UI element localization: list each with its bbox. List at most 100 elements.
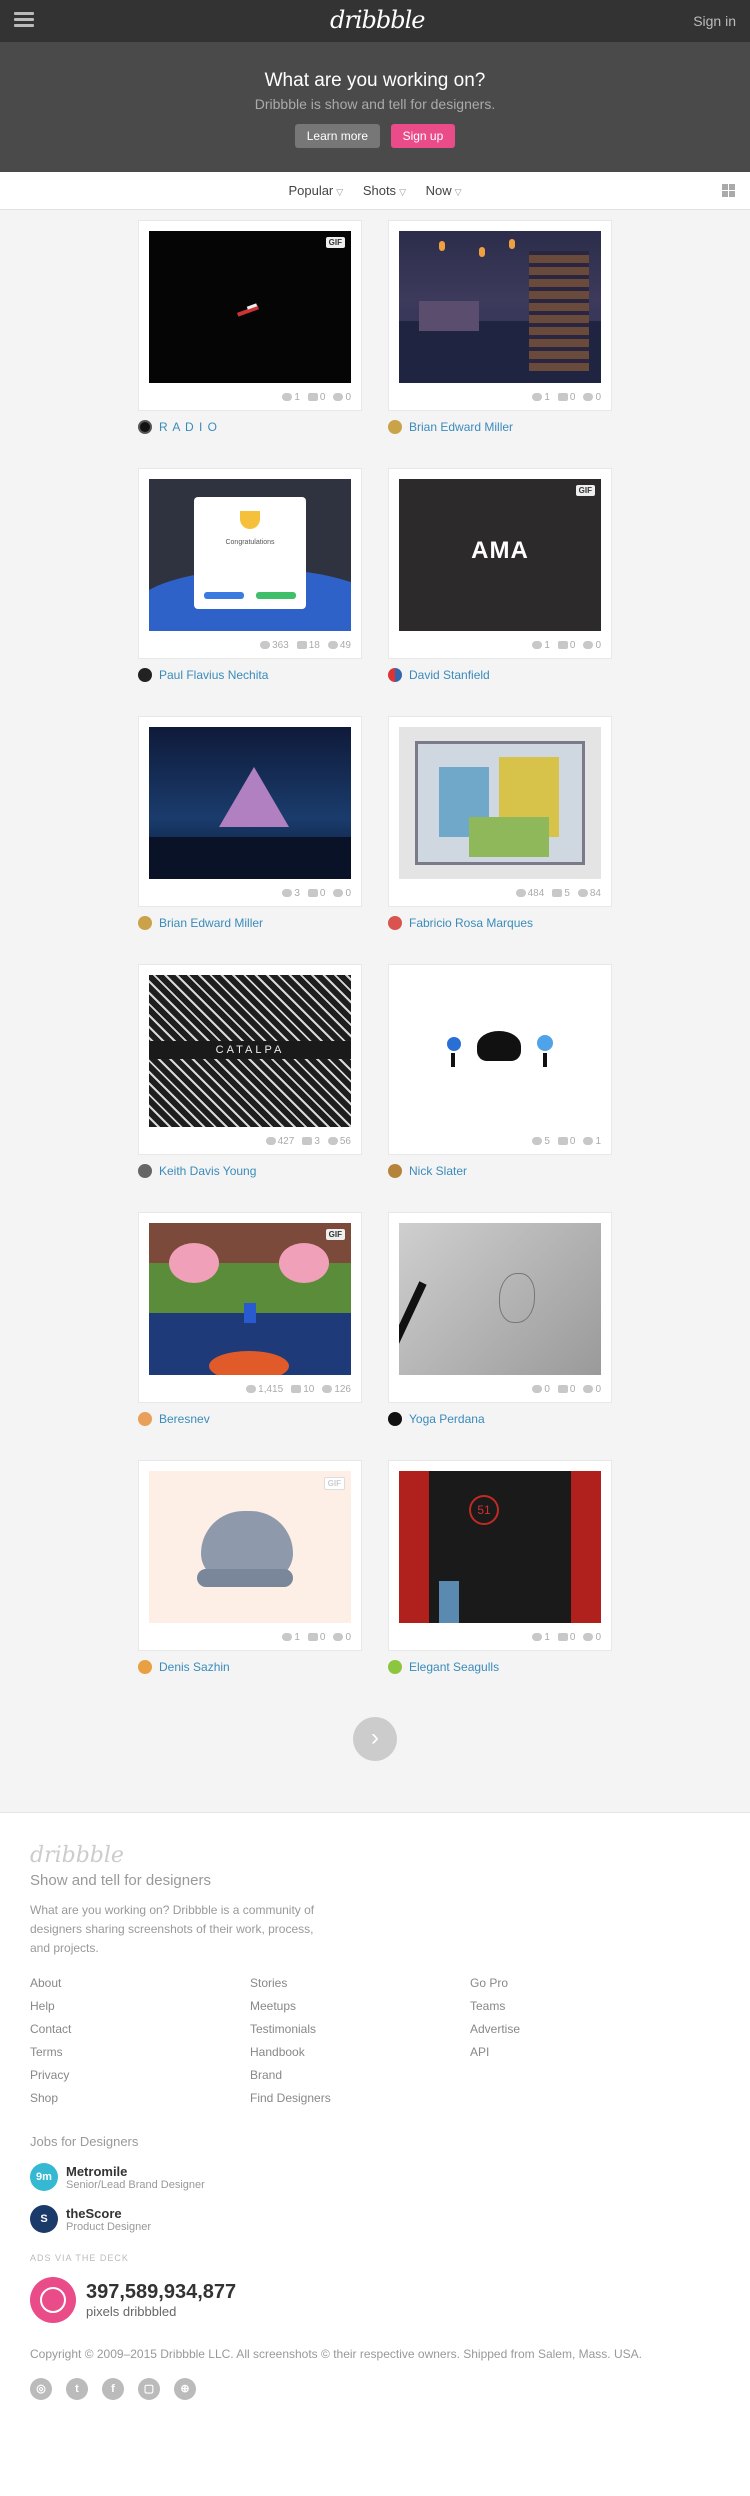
comments-count: 0 <box>307 888 325 899</box>
dribbble-logo[interactable]: dribbble <box>330 6 425 34</box>
footer-logo[interactable]: dribbble <box>30 1843 720 1868</box>
ads-via-the-deck[interactable]: ADS VIA THE DECK <box>30 2253 720 2263</box>
avatar <box>388 916 402 930</box>
likes-count: 84 <box>577 888 601 899</box>
shot-thumbnail[interactable]: GIF <box>149 231 351 383</box>
footer-link[interactable]: Brand <box>250 2068 470 2091</box>
footer-link[interactable]: Privacy <box>30 2068 250 2091</box>
footer-link[interactable]: Help <box>30 1999 250 2022</box>
shot-author[interactable]: Nick Slater <box>388 1163 612 1179</box>
instagram-icon[interactable]: ▢ <box>138 2378 160 2400</box>
learn-more-button[interactable]: Learn more <box>294 124 381 148</box>
comments-count: 3 <box>302 1136 320 1147</box>
comments-count: 0 <box>557 1136 575 1147</box>
footer-link[interactable]: Go Pro <box>470 1976 690 1999</box>
filter-popular-dropdown[interactable]: Popular ▽ <box>288 183 343 198</box>
hero-banner: What are you working on? Dribbble is sho… <box>0 42 750 172</box>
footer-link[interactable]: API <box>470 2045 690 2068</box>
shot-thumbnail[interactable] <box>149 727 351 879</box>
sign-up-button[interactable]: Sign up <box>390 124 456 148</box>
shot-author[interactable]: Paul Flavius Nechita <box>138 667 362 683</box>
social-links: ◎ t f ▢ ⊕ <box>30 2378 720 2400</box>
shot-item[interactable]: Congratulations 363 18 49 Paul Flavius Nec… <box>138 468 362 683</box>
chevron-down-icon: ▽ <box>336 187 344 197</box>
avatar <box>138 420 152 434</box>
shot-item[interactable]: GIF 1,415 10 126 Beresnev <box>138 1212 362 1427</box>
footer-link[interactable]: Teams <box>470 1999 690 2022</box>
globe-icon[interactable]: ⊕ <box>174 2378 196 2400</box>
filter-shots-dropdown[interactable]: Shots ▽ <box>363 183 406 198</box>
shot-thumbnail[interactable]: CATALPA <box>149 975 351 1127</box>
comments-count: 0 <box>307 392 325 403</box>
shot-item[interactable]: 000 Yoga Perdana <box>388 1212 612 1427</box>
shot-author[interactable]: Fabricio Rosa Marques <box>388 915 612 931</box>
facebook-icon[interactable]: f <box>102 2378 124 2400</box>
footer-link[interactable]: Handbook <box>250 2045 470 2068</box>
shot-author[interactable]: Denis Sazhin <box>138 1659 362 1675</box>
views-count: 5 <box>532 1136 550 1147</box>
grid-view-icon[interactable] <box>722 184 736 198</box>
footer-link[interactable]: Stories <box>250 1976 470 1999</box>
avatar <box>388 1660 402 1674</box>
likes-count: 0 <box>333 392 351 403</box>
shot-item[interactable]: GIF 100 Denis Sazhin <box>138 1460 362 1675</box>
dribbble-icon[interactable]: ◎ <box>30 2378 52 2400</box>
views-count: 1 <box>532 392 550 403</box>
likes-count: 49 <box>327 640 351 651</box>
next-page-button[interactable]: › <box>353 1717 397 1761</box>
footer-link[interactable]: Meetups <box>250 1999 470 2022</box>
menu-icon[interactable] <box>14 12 34 28</box>
shot-thumbnail[interactable] <box>399 975 601 1127</box>
shot-thumbnail[interactable]: AMA GIF <box>399 479 601 631</box>
shot-item[interactable]: 51 100 Elegant Seagulls <box>388 1460 612 1675</box>
shot-item[interactable]: CATALPA 427 3 56 Keith Davis Young <box>138 964 362 1179</box>
footer-link[interactable]: Contact <box>30 2022 250 2045</box>
shot-item[interactable]: AMA GIF 100 David Stanfield <box>388 468 612 683</box>
filter-time-dropdown[interactable]: Now ▽ <box>426 183 462 198</box>
footer-link[interactable]: Shop <box>30 2091 250 2114</box>
top-bar: dribbble Sign in <box>0 0 750 42</box>
shot-item[interactable]: 484 5 84 Fabricio Rosa Marques <box>388 716 612 931</box>
gif-badge: GIF <box>323 1477 345 1490</box>
footer-link[interactable]: About <box>30 1976 250 1999</box>
shot-author[interactable]: Keith Davis Young <box>138 1163 362 1179</box>
twitter-icon[interactable]: t <box>66 2378 88 2400</box>
views-count: 1 <box>532 1632 550 1643</box>
shot-thumbnail[interactable]: GIF <box>149 1223 351 1375</box>
shot-author[interactable]: Yoga Perdana <box>388 1411 612 1427</box>
shot-item[interactable]: 100 Brian Edward Miller <box>388 220 612 435</box>
shot-thumbnail[interactable] <box>399 231 601 383</box>
avatar <box>138 1164 152 1178</box>
likes-count: 126 <box>322 1384 351 1395</box>
shot-author[interactable]: Brian Edward Miller <box>388 419 612 435</box>
footer-link[interactable]: Advertise <box>470 2022 690 2045</box>
gif-badge: GIF <box>575 485 595 496</box>
sign-in-link[interactable]: Sign in <box>693 13 736 29</box>
avatar <box>138 916 152 930</box>
job-listing[interactable]: S theScore Product Designer <box>30 2205 720 2233</box>
footer-links-col1: About Help Contact Terms Privacy Shop <box>30 1976 250 2114</box>
job-listing[interactable]: 9m Metromile Senior/Lead Brand Designer <box>30 2163 720 2191</box>
shot-author[interactable]: Elegant Seagulls <box>388 1659 612 1675</box>
footer-link[interactable]: Testimonials <box>250 2022 470 2045</box>
shot-author[interactable]: Beresnev <box>138 1411 362 1427</box>
comments-count: 0 <box>557 1384 575 1395</box>
footer-description: What are you working on? Dribbble is a c… <box>30 1903 315 1955</box>
shot-thumbnail[interactable]: 51 <box>399 1471 601 1623</box>
shot-thumbnail[interactable] <box>399 727 601 879</box>
shot-thumbnail[interactable] <box>399 1223 601 1375</box>
shot-author[interactable]: David Stanfield <box>388 667 612 683</box>
shot-thumbnail[interactable]: GIF <box>149 1471 351 1623</box>
shot-author[interactable]: Brian Edward Miller <box>138 915 362 931</box>
footer-link[interactable]: Find Designers <box>250 2091 470 2114</box>
shot-thumbnail[interactable]: Congratulations <box>149 479 351 631</box>
shot-item[interactable]: 300 Brian Edward Miller <box>138 716 362 931</box>
avatar <box>138 1412 152 1426</box>
footer-link[interactable]: Terms <box>30 2045 250 2068</box>
comments-count: 18 <box>296 640 320 651</box>
shot-item[interactable]: 501 Nick Slater <box>388 964 612 1179</box>
shot-item[interactable]: GIF 100 R A D I O <box>138 220 362 435</box>
shot-author[interactable]: R A D I O <box>138 419 362 435</box>
thescore-logo: S <box>30 2205 58 2233</box>
hero-title: What are you working on? <box>264 70 486 91</box>
